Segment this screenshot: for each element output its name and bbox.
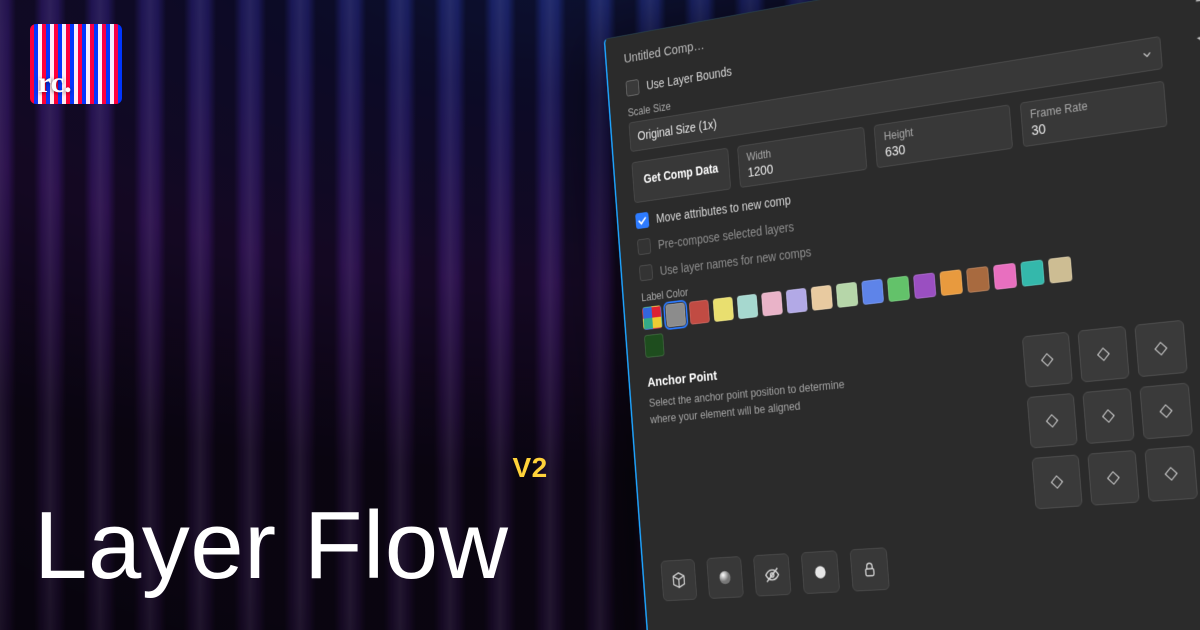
scale-size-value: Original Size (1x) [637, 116, 717, 143]
label-color-swatch-lav[interactable] [786, 288, 808, 314]
diamond-icon [1051, 475, 1063, 489]
anchor-point-br[interactable] [1144, 445, 1198, 501]
label-color-swatch-fuchs[interactable] [993, 263, 1017, 290]
product-title: Layer FlowV2 [34, 498, 544, 594]
diamond-icon [1046, 414, 1058, 428]
diamond-icon [1102, 409, 1115, 423]
label-color-swatch-teal[interactable] [1020, 259, 1044, 286]
align-icon[interactable] [1188, 0, 1200, 10]
diamond-icon [1165, 467, 1178, 481]
product-version: V2 [513, 452, 548, 483]
label-color-swatch-yellow[interactable] [713, 297, 734, 322]
visibility-off-icon[interactable] [753, 553, 791, 596]
label-color-swatch-orange[interactable] [939, 269, 963, 296]
label-color-swatch-peach[interactable] [811, 285, 833, 311]
chevron-down-icon [1140, 47, 1154, 63]
anchor-point-bc[interactable] [1087, 450, 1139, 506]
anchor-point-grid [1022, 320, 1198, 510]
diamond-icon [1097, 347, 1110, 361]
settings-panel: Untitled Comp… Use Layer Bounds Scale Si… [604, 0, 1200, 630]
star-icon[interactable] [1192, 24, 1200, 56]
side-toolstrip [1177, 0, 1200, 101]
use-layer-bounds-label: Use Layer Bounds [646, 64, 732, 93]
frame-rate-field[interactable]: Frame Rate 30 [1020, 81, 1168, 148]
sphere-icon[interactable] [706, 556, 744, 599]
label-color-swatch-brown[interactable] [966, 266, 990, 293]
label-color-swatch-pink[interactable] [761, 291, 783, 317]
anchor-point-mc[interactable] [1082, 388, 1134, 444]
label-color-swatch-dkgrn[interactable] [644, 333, 665, 358]
brand-logo: rc. [30, 24, 122, 104]
label-color-swatch-sand[interactable] [1048, 256, 1073, 283]
anchor-point-tl[interactable] [1022, 332, 1073, 388]
label-color-swatch-mint[interactable] [836, 282, 858, 308]
height-field[interactable]: Height 630 [874, 104, 1013, 168]
anchor-point-bl[interactable] [1032, 454, 1083, 509]
precompose-label: Pre-compose selected layers [657, 219, 794, 251]
brand-logo-text: rc. [38, 68, 72, 98]
label-color-swatch-red[interactable] [689, 300, 710, 325]
diamond-icon [1160, 404, 1173, 418]
get-comp-data-button[interactable]: Get Comp Data [631, 148, 731, 204]
bounds-icon[interactable] [1196, 69, 1200, 100]
cube-icon[interactable] [660, 559, 697, 601]
circle-icon[interactable] [801, 550, 840, 594]
label-color-swatch-blue[interactable] [861, 279, 884, 305]
anchor-point-tr[interactable] [1134, 320, 1187, 378]
product-name: Layer Flow [34, 492, 509, 599]
lock-icon[interactable] [850, 547, 890, 591]
label-color-swatch-green[interactable] [887, 276, 910, 302]
anchor-point-ml[interactable] [1027, 393, 1078, 449]
width-field[interactable]: Width 1200 [737, 127, 867, 188]
diamond-icon [1107, 471, 1120, 485]
anchor-point-mr[interactable] [1139, 383, 1193, 440]
bottom-toolbar [660, 528, 1200, 601]
diamond-icon [1041, 353, 1053, 366]
label-color-swatch-multi[interactable] [642, 305, 663, 330]
anchor-point-tc[interactable] [1077, 326, 1129, 383]
label-color-swatch-aqua[interactable] [737, 294, 759, 319]
diamond-icon [1155, 342, 1168, 356]
label-color-swatch-purple[interactable] [913, 272, 936, 299]
label-color-swatch-grey[interactable] [665, 302, 686, 327]
